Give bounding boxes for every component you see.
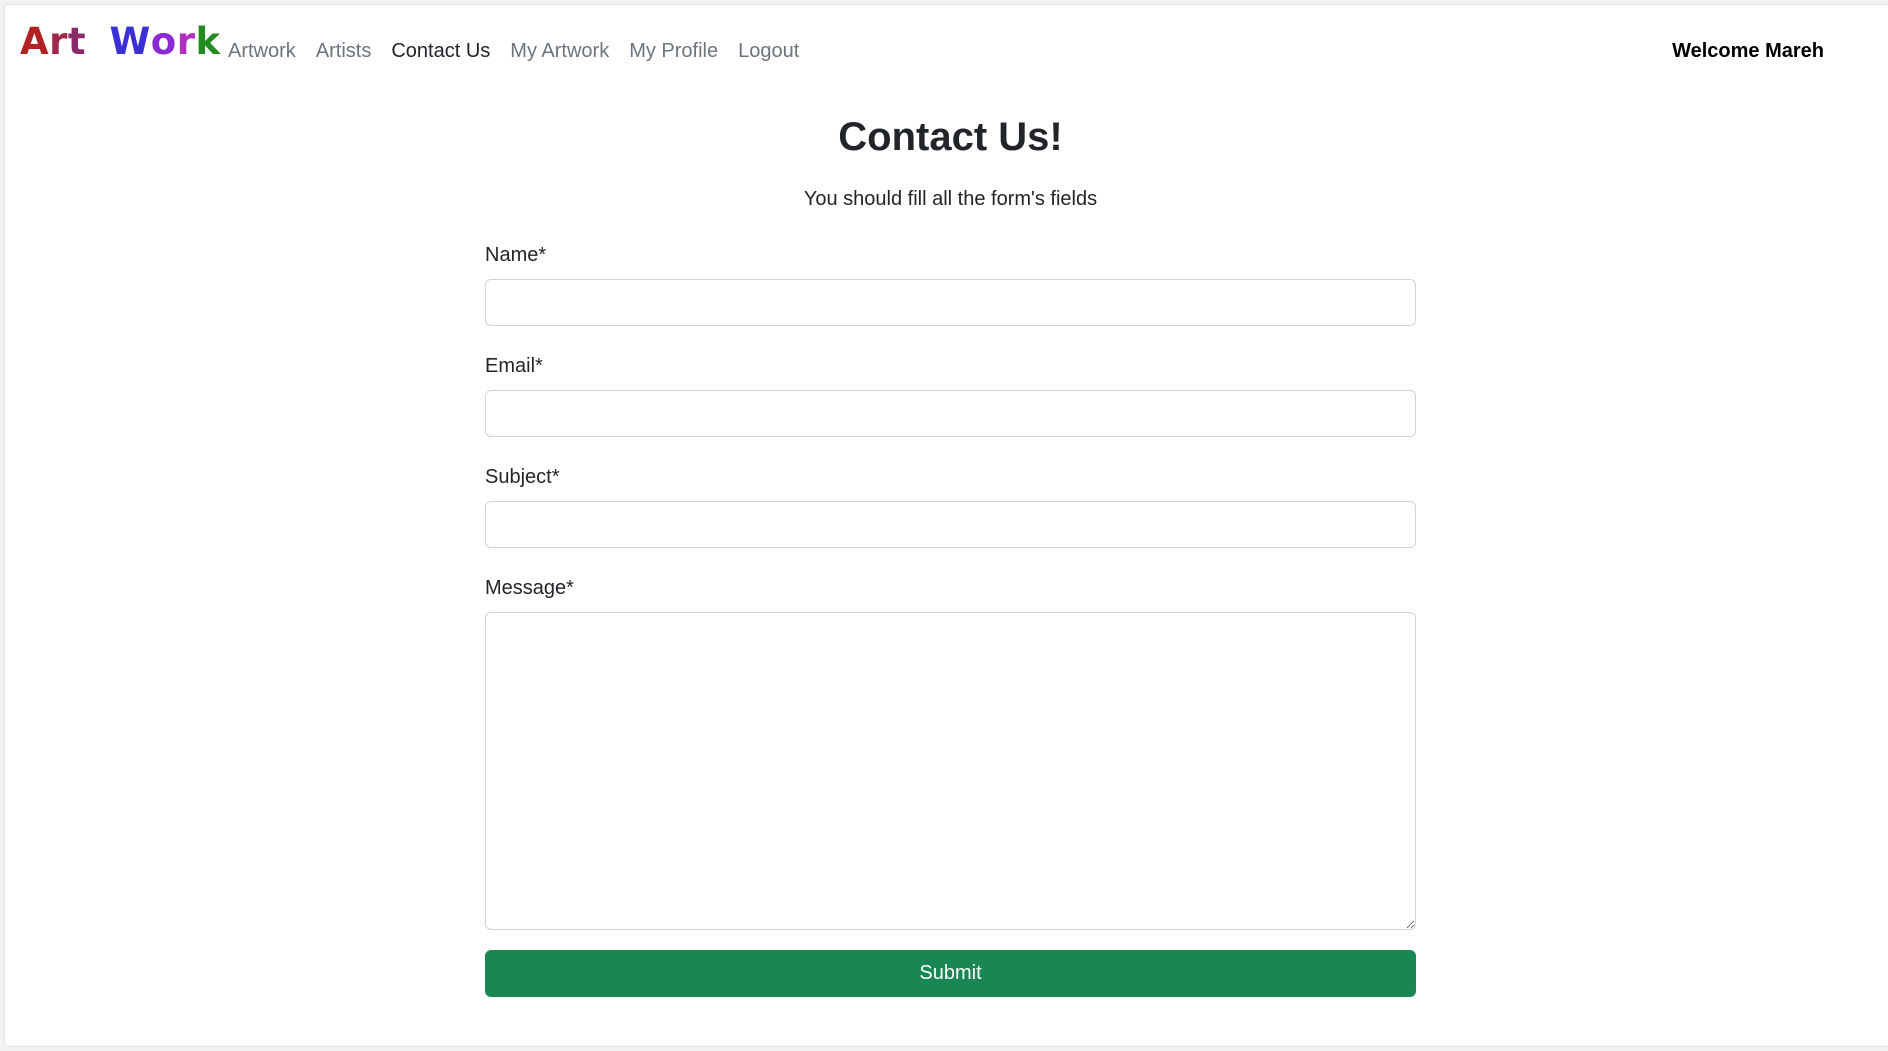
brand-letter: o: [150, 20, 177, 63]
name-field[interactable]: [485, 279, 1416, 326]
name-label: Name*: [485, 244, 547, 266]
welcome-text: Welcome Mareh: [1672, 40, 1824, 62]
brand-letter: W: [109, 20, 151, 63]
form-instructions: You should fill all the form's fields: [803, 188, 1098, 210]
brand-word-1: Art: [20, 23, 86, 60]
brand-letter: k: [195, 20, 221, 63]
brand-letter: r: [176, 20, 196, 63]
nav-item-my-artwork[interactable]: My Artwork: [500, 37, 619, 65]
page: Art Work Artwork Artists Contact Us My A…: [4, 4, 1888, 1047]
message-label: Message*: [485, 577, 574, 599]
subject-field[interactable]: [485, 501, 1416, 548]
brand-letter: A: [20, 20, 50, 63]
nav-item-contact-us[interactable]: Contact Us: [381, 37, 500, 65]
navbar: Art Work Artwork Artists Contact Us My A…: [5, 5, 1888, 91]
nav-links: Artwork Artists Contact Us My Artwork My…: [218, 37, 809, 65]
message-field[interactable]: [485, 612, 1416, 930]
contact-form: Contact Us! You should fill all the form…: [485, 91, 1416, 997]
submit-button[interactable]: Submit: [485, 950, 1416, 997]
nav-item-my-profile[interactable]: My Profile: [619, 37, 728, 65]
nav-item-artwork[interactable]: Artwork: [218, 37, 306, 65]
email-field[interactable]: [485, 390, 1416, 437]
page-title: Contact Us!: [838, 115, 1063, 159]
brand-letter: r: [49, 20, 68, 63]
nav-item-artists[interactable]: Artists: [306, 37, 382, 65]
email-label: Email*: [485, 355, 543, 377]
nav-item-logout[interactable]: Logout: [728, 37, 809, 65]
subject-label: Subject*: [485, 466, 560, 488]
brand-word-2: Work: [109, 23, 220, 60]
brand-letter: t: [67, 20, 87, 63]
brand-logo[interactable]: Art Work: [20, 23, 221, 60]
